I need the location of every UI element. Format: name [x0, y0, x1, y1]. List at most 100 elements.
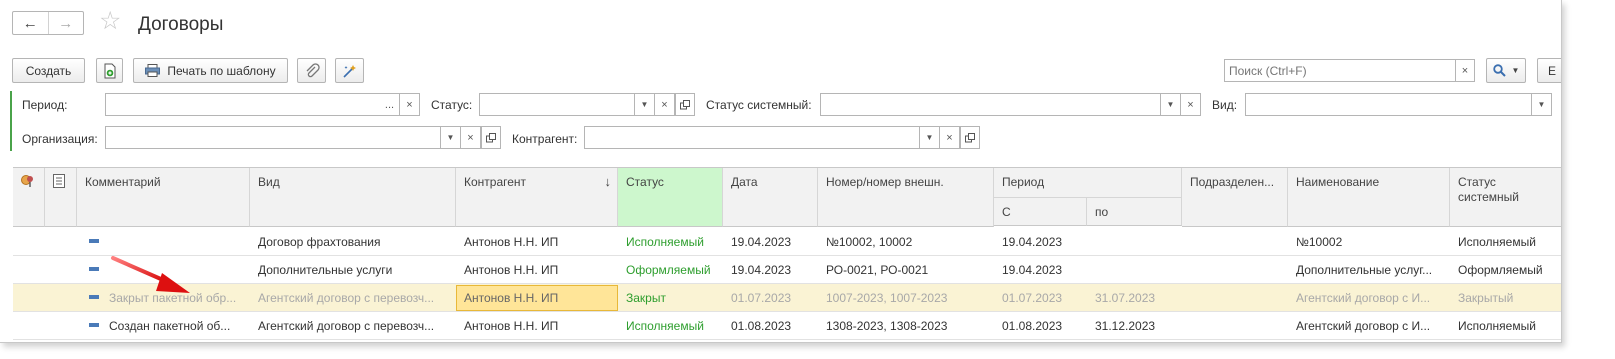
column-header-period-to[interactable]: по	[1087, 197, 1182, 226]
cell-system-status: Исполняемый	[1458, 235, 1536, 249]
nav-buttons: ← →	[12, 11, 84, 35]
cell-date: 01.07.2023	[731, 291, 792, 305]
paperclip-icon	[306, 62, 320, 77]
cell-kind: Договор фрахтования	[258, 235, 381, 249]
table-row-selected[interactable]: Закрыт пакетной обр... Агентский договор…	[13, 284, 1561, 312]
cell-counterparty: Антонов Н.Н. ИП	[464, 235, 559, 249]
column-header-kind[interactable]: Вид	[250, 168, 456, 227]
row-marker-icon	[89, 295, 99, 299]
table-row[interactable]: Дополнительные услуги Антонов Н.Н. ИП Оф…	[13, 256, 1561, 284]
column-header-name[interactable]: Наименование	[1288, 168, 1450, 227]
arrow-right-icon: →	[58, 14, 74, 32]
cell-counterparty: Антонов Н.Н. ИП	[464, 263, 559, 277]
forward-button[interactable]: →	[47, 12, 84, 34]
column-header-counterparty[interactable]: Контрагент ↓	[456, 168, 618, 227]
column-header-status[interactable]: Статус	[618, 168, 723, 227]
organization-dropdown-button[interactable]: ▼	[441, 126, 461, 149]
counterparty-open-button[interactable]	[960, 126, 980, 149]
cell-kind: Агентский договор с перевозч...	[258, 319, 435, 333]
cell-name: Агентский договор с И...	[1296, 319, 1431, 333]
copy-button[interactable]	[96, 58, 123, 83]
system-status-field[interactable]	[820, 93, 1161, 116]
row-marker-icon	[89, 323, 99, 327]
attach-button[interactable]	[297, 58, 326, 83]
printer-icon	[145, 64, 161, 77]
search-options-button[interactable]: ▼	[1486, 58, 1526, 83]
row-marker-icon	[89, 267, 99, 271]
column-header-period[interactable]: Период	[994, 168, 1182, 197]
chevron-down-icon: ▼	[1511, 66, 1520, 75]
system-status-dropdown-button[interactable]: ▼	[1161, 93, 1181, 116]
table-row[interactable]: Договор фрахтования Антонов Н.Н. ИП Испо…	[13, 228, 1561, 256]
column-header-document[interactable]	[45, 168, 77, 227]
cell-comment: Создан пакетной об...	[109, 319, 231, 333]
cell-kind: Дополнительные услуги	[258, 263, 393, 277]
search-clear-button[interactable]: ×	[1455, 59, 1475, 82]
column-header-counterparty-label: Контрагент	[464, 175, 527, 189]
cell-system-status: Исполняемый	[1458, 319, 1536, 333]
cell-date: 19.04.2023	[731, 235, 792, 249]
create-button[interactable]: Создать	[12, 58, 85, 83]
cell-status: Закрыт	[626, 291, 666, 305]
search-input[interactable]	[1224, 59, 1456, 82]
cell-counterparty: Антонов Н.Н. ИП	[464, 319, 559, 333]
status-field[interactable]	[479, 93, 635, 116]
cell-counterparty: Антонов Н.Н. ИП	[464, 291, 559, 305]
kind-label: Вид:	[1212, 98, 1238, 112]
period-clear-button[interactable]: ×	[400, 93, 420, 116]
column-header-attachments[interactable]	[13, 168, 45, 227]
back-button[interactable]: ←	[13, 12, 48, 34]
cell-status: Оформляемый	[626, 263, 711, 277]
open-window-icon	[965, 132, 975, 142]
cell-period-to: 31.12.2023	[1095, 319, 1156, 333]
organization-clear-button[interactable]: ×	[461, 126, 481, 149]
column-header-comment[interactable]: Комментарий	[77, 168, 250, 227]
cell-name: Дополнительные услуг...	[1296, 263, 1433, 277]
cell-kind: Агентский договор с перевозч...	[258, 291, 435, 305]
status-label: Статус:	[431, 98, 473, 112]
open-window-icon	[680, 99, 690, 109]
column-header-number[interactable]: Номер/номер внешн.	[818, 168, 994, 227]
cell-name: Агентский договор с И...	[1296, 291, 1431, 305]
counterparty-dropdown-button[interactable]: ▼	[920, 126, 940, 149]
column-header-date[interactable]: Дата	[723, 168, 818, 227]
cell-date: 19.04.2023	[731, 263, 792, 277]
counterparty-field[interactable]	[584, 126, 920, 149]
print-template-button[interactable]: Печать по шаблону	[133, 58, 288, 83]
cell-period-to	[1087, 256, 1182, 284]
period-field[interactable]	[105, 93, 381, 116]
cell-period-from: 19.04.2023	[1002, 235, 1063, 249]
batch-process-button[interactable]	[335, 58, 364, 83]
cell-status: Исполняемый	[626, 235, 704, 249]
cell-period-from: 01.08.2023	[1002, 319, 1063, 333]
more-button[interactable]: Е	[1537, 58, 1561, 83]
organization-field[interactable]	[105, 126, 441, 149]
favorite-star-icon[interactable]: ☆	[99, 9, 121, 34]
status-dropdown-button[interactable]: ▼	[635, 93, 655, 116]
open-window-icon	[486, 132, 496, 142]
column-header-period-from[interactable]: С	[994, 197, 1087, 226]
counterparty-clear-button[interactable]: ×	[940, 126, 960, 149]
system-status-clear-button[interactable]: ×	[1181, 93, 1201, 116]
kind-field[interactable]	[1245, 93, 1532, 116]
attachment-key-icon	[21, 175, 33, 187]
kind-dropdown-button[interactable]: ▼	[1532, 93, 1552, 116]
cell-period-from: 01.07.2023	[1002, 291, 1063, 305]
organization-open-button[interactable]	[481, 126, 501, 149]
table-row[interactable]: Создан пакетной об... Агентский договор …	[13, 312, 1561, 340]
status-open-button[interactable]	[675, 93, 695, 116]
cell-status: Исполняемый	[626, 319, 704, 333]
period-select-button[interactable]: ...	[380, 93, 400, 116]
annotation-arrow-icon	[111, 256, 190, 293]
column-header-department[interactable]: Подразделен...	[1182, 168, 1288, 227]
filter-accent-bar	[10, 91, 12, 151]
print-template-label: Печать по шаблону	[167, 63, 276, 78]
document-list-icon	[53, 174, 65, 188]
column-header-system-status[interactable]: Статус системный	[1450, 168, 1561, 227]
cell-period-to	[1087, 228, 1182, 256]
cell-name: №10002	[1296, 235, 1343, 249]
arrow-left-icon: ←	[22, 14, 38, 32]
status-clear-button[interactable]: ×	[655, 93, 675, 116]
cell-period-to: 31.07.2023	[1095, 291, 1156, 305]
sort-descending-icon: ↓	[604, 174, 612, 189]
